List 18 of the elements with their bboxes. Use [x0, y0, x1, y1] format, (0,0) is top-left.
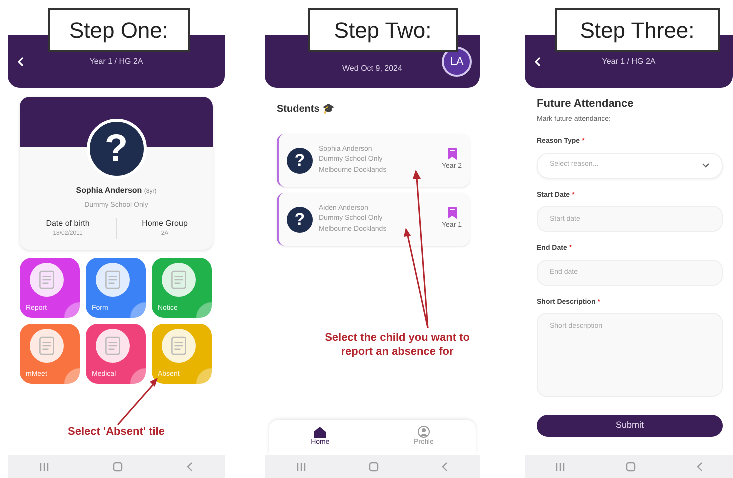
submit-button[interactable]: Submit	[537, 415, 723, 437]
annotation-text: Select the child you want to report an absence for	[325, 331, 470, 360]
avatar-initials[interactable]: LA	[442, 47, 472, 77]
question-mark: ?	[294, 211, 306, 228]
question-mark: ?	[294, 152, 306, 169]
student-name: Sophia Anderson	[76, 186, 142, 195]
stat-label: Home Group	[141, 218, 189, 230]
header-date: Wed Oct 9, 2024	[342, 62, 402, 74]
header-title: Year 1 / HG 2A	[602, 56, 656, 68]
question-mark: ?	[104, 130, 128, 168]
form-title: Future Attendance	[537, 97, 635, 112]
stat-label: Date of birth	[45, 218, 91, 230]
step-label: Step One:	[48, 8, 190, 52]
step-label: Step Three:	[555, 8, 720, 52]
header-title: Year 1 / HG 2A	[90, 56, 144, 68]
step-label: Step Two:	[308, 8, 458, 52]
section-title: Students 🎓	[277, 103, 336, 117]
annotation-text: Select 'Absent' tile	[67, 425, 166, 440]
